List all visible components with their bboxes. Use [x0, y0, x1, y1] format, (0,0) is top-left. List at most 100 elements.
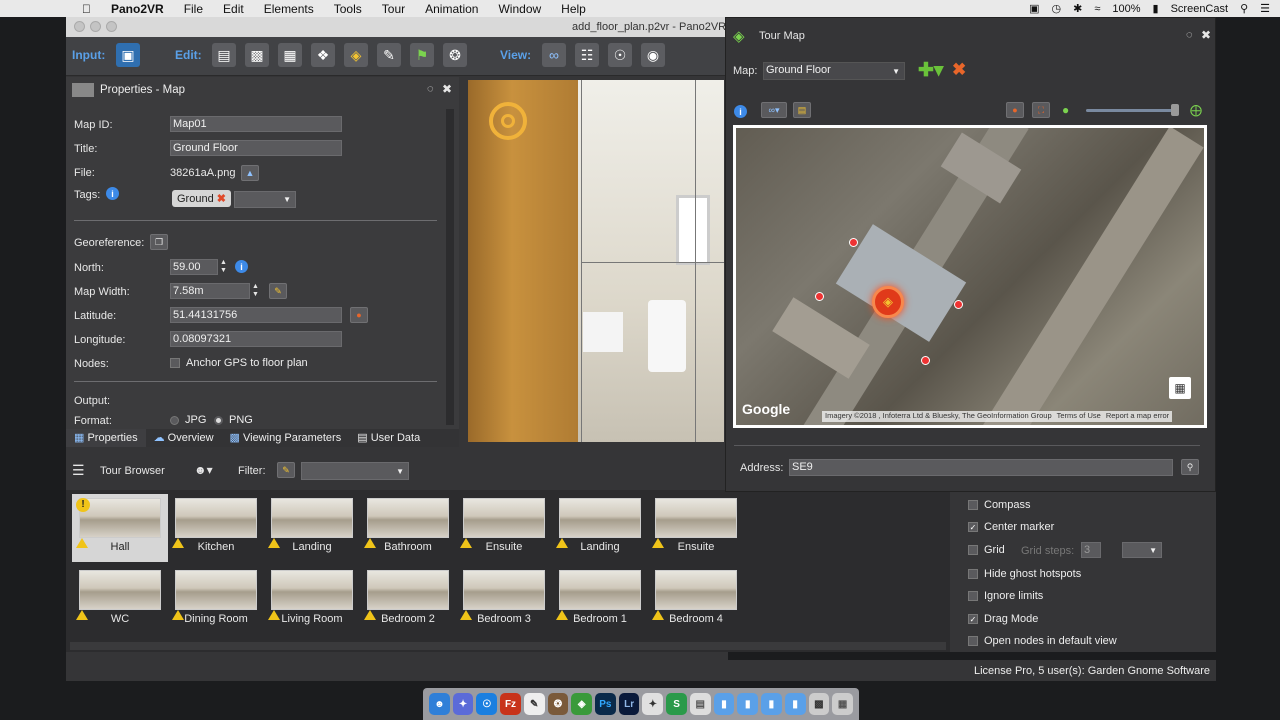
float-panel-icon[interactable]: ◌: [1186, 29, 1193, 41]
node-thumb[interactable]: Bedroom 1: [552, 566, 648, 634]
view-compass-button[interactable]: ☉: [608, 43, 632, 67]
anchor-gps-checkbox[interactable]: Anchor GPS to floor plan: [170, 357, 308, 369]
view-binoculars-button[interactable]: ∞: [542, 43, 566, 67]
hide-ghost-hotspots-checkbox[interactable]: Hide ghost hotspots: [968, 568, 1081, 580]
edit-hotspots-button[interactable]: ▩: [245, 43, 269, 67]
spotlight-icon[interactable]: ⚲: [1240, 2, 1248, 15]
node-thumb[interactable]: Bedroom 3: [456, 566, 552, 634]
map-type-toggle-icon[interactable]: ▦: [1169, 377, 1191, 399]
node-pin[interactable]: [849, 238, 858, 247]
folder-icon[interactable]: ▮: [737, 693, 759, 715]
address-search-button[interactable]: ⚲: [1181, 459, 1199, 475]
fit-view-button[interactable]: ⛶: [1032, 102, 1050, 118]
menu-tour[interactable]: Tour: [382, 2, 405, 16]
open-default-view-checkbox[interactable]: Open nodes in default view: [968, 635, 1117, 647]
menu-help[interactable]: Help: [561, 2, 586, 16]
edit-floorplan-button[interactable]: ⚑: [410, 43, 434, 67]
folder-icon[interactable]: ▮: [761, 693, 782, 715]
folder-icon[interactable]: ▮: [784, 693, 806, 715]
screencast-menu[interactable]: ScreenCast: [1171, 3, 1228, 15]
map-id-input[interactable]: Map01: [170, 116, 342, 132]
zoom-out-icon[interactable]: ●: [1062, 103, 1069, 117]
map-width-stepper[interactable]: ▲ ▼: [252, 283, 259, 299]
lightroom-icon[interactable]: Lr: [618, 693, 640, 715]
filezilla-icon[interactable]: Fz: [500, 693, 521, 715]
node-pin[interactable]: [815, 292, 824, 301]
filter-tag-button[interactable]: ✎: [277, 462, 295, 478]
node-thumb[interactable]: Ensuite: [648, 494, 744, 562]
north-stepper[interactable]: ▲ ▼: [220, 259, 227, 275]
tab-user-data[interactable]: ▤ User Data: [349, 429, 428, 447]
map-info-icon[interactable]: i: [734, 105, 747, 118]
panorama-preview[interactable]: [468, 80, 724, 442]
app-icon[interactable]: ▤: [689, 693, 711, 715]
zoom-slider-handle[interactable]: [1171, 104, 1179, 116]
radio-circle-selected[interactable]: [214, 415, 223, 425]
edit-tour-map-button[interactable]: ◈: [344, 43, 368, 67]
checkbox-box[interactable]: [968, 591, 978, 601]
tab-properties[interactable]: ▦ Properties: [66, 429, 146, 447]
view-notes-button[interactable]: ☷: [575, 43, 599, 67]
finder-icon[interactable]: ☻: [429, 693, 450, 715]
menu-tools[interactable]: Tools: [334, 2, 362, 16]
grid-checkbox[interactable]: Grid: [968, 544, 1005, 556]
trash-icon[interactable]: ▦: [832, 693, 853, 715]
textedit-icon[interactable]: ✎: [523, 693, 545, 715]
checkbox-box[interactable]: [968, 500, 978, 510]
address-input[interactable]: SE9: [789, 459, 1173, 476]
info-icon[interactable]: i: [106, 187, 119, 200]
node-pin[interactable]: [921, 356, 930, 365]
compass-checkbox[interactable]: Compass: [968, 499, 1030, 511]
node-thumb[interactable]: Landing: [264, 494, 360, 562]
menu-animation[interactable]: Animation: [425, 2, 478, 16]
minimize-window-button[interactable]: [90, 21, 101, 32]
input-pano-button[interactable]: ▣: [116, 43, 140, 67]
notification-icon[interactable]: ☰: [1260, 2, 1270, 15]
pano2vr-icon[interactable]: ◈: [571, 693, 593, 715]
time-machine-icon[interactable]: ◷: [1052, 2, 1062, 15]
current-node-marker-icon[interactable]: ◈: [872, 286, 904, 318]
node-thumb[interactable]: Dining Room: [168, 566, 264, 634]
delete-map-icon[interactable]: ✖: [952, 60, 966, 80]
zoom-slider[interactable]: [1086, 109, 1176, 112]
north-info-icon[interactable]: i: [235, 260, 248, 273]
thumbnails-scrollbar[interactable]: [70, 642, 946, 650]
remove-tag-icon[interactable]: ✖: [217, 193, 226, 205]
tag-select[interactable]: ▼: [234, 191, 296, 208]
latitude-input[interactable]: 51.44131756: [170, 307, 342, 323]
bluetooth-icon[interactable]: ✱: [1073, 2, 1082, 15]
close-panel-icon[interactable]: ✖: [1201, 28, 1211, 42]
tab-overview[interactable]: ☁ Overview: [146, 429, 222, 447]
app-icon[interactable]: ✦: [642, 693, 664, 715]
menu-elements[interactable]: Elements: [264, 2, 314, 16]
north-input[interactable]: 59.00: [170, 259, 218, 275]
grid-steps-input[interactable]: 3: [1081, 542, 1101, 558]
tab-viewing-parameters[interactable]: ▩ Viewing Parameters: [222, 429, 350, 447]
user-filter-icon[interactable]: ☻▾: [194, 463, 213, 477]
edit-properties-button[interactable]: ▦: [278, 43, 302, 67]
node-thumb[interactable]: Living Room: [264, 566, 360, 634]
close-panel-icon[interactable]: ✖: [442, 82, 452, 96]
checkbox-box[interactable]: [170, 358, 180, 368]
map-width-input[interactable]: 7.58m: [170, 283, 250, 299]
format-jpg-radio[interactable]: JPG: [170, 414, 206, 426]
format-png-radio[interactable]: PNG: [214, 414, 253, 426]
link-dropdown-button[interactable]: ∞▾: [761, 102, 787, 118]
report-link[interactable]: Report a map error: [1106, 411, 1169, 422]
checkbox-box[interactable]: [968, 636, 978, 646]
zoom-in-icon[interactable]: ⨁: [1190, 103, 1202, 117]
measure-button[interactable]: ✎: [269, 283, 287, 299]
photoshop-icon[interactable]: Ps: [595, 693, 616, 715]
menu-app-name[interactable]: Pano2VR: [111, 2, 164, 16]
checkbox-box-checked[interactable]: ✓: [968, 522, 978, 532]
menu-edit[interactable]: Edit: [223, 2, 244, 16]
edit-tour-browser-button[interactable]: ❖: [311, 43, 335, 67]
edit-viewing-button[interactable]: ▤: [212, 43, 236, 67]
title-input[interactable]: Ground Floor: [170, 140, 342, 156]
view-eye-button[interactable]: ◉: [641, 43, 665, 67]
app-icon[interactable]: ❂: [547, 693, 569, 715]
float-panel-icon[interactable]: ◌: [427, 83, 434, 95]
folder-icon[interactable]: ▮: [713, 693, 735, 715]
app-icon[interactable]: ▩: [808, 693, 830, 715]
screen-icon[interactable]: ▣: [1029, 2, 1039, 15]
